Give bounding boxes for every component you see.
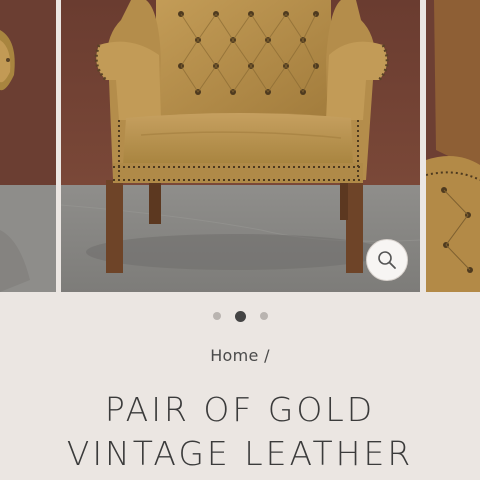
- gallery-slide-previous[interactable]: [0, 0, 56, 292]
- breadcrumb-home-link[interactable]: Home: [210, 346, 258, 365]
- breadcrumb: Home /: [0, 346, 480, 365]
- breadcrumb-separator: /: [264, 346, 270, 365]
- product-title-line-2: VINTAGE LEATHER: [66, 434, 414, 473]
- gallery-slide-active[interactable]: [61, 0, 420, 292]
- gallery-dot-1[interactable]: [212, 312, 221, 320]
- chair-tufted-detail-image: [426, 0, 480, 292]
- gallery-dot-2-active[interactable]: [234, 310, 246, 322]
- gallery-slide-next[interactable]: [426, 0, 480, 292]
- gallery-pagination: [0, 309, 480, 323]
- product-image-gallery[interactable]: [0, 0, 480, 292]
- gallery-dot-3[interactable]: [259, 312, 268, 320]
- gold-leather-wing-chair-image: [61, 0, 420, 292]
- product-title: PAIR OF GOLD VINTAGE LEATHER: [0, 388, 480, 476]
- product-title-line-1: PAIR OF GOLD: [104, 390, 376, 429]
- chair-side-image: [0, 0, 56, 292]
- zoom-button[interactable]: [366, 239, 408, 281]
- magnifier-icon: [378, 251, 396, 269]
